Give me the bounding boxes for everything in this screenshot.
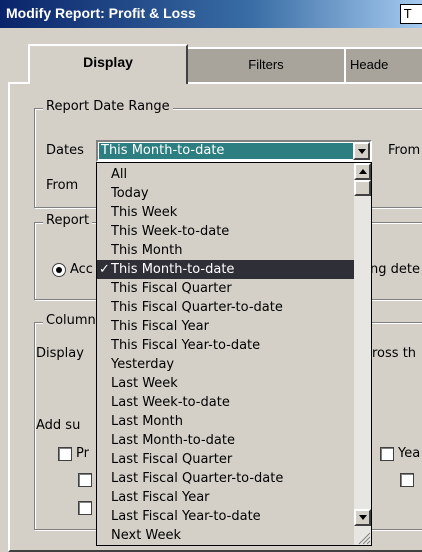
columns-legend: Column	[43, 313, 99, 328]
sub-checkbox-1[interactable]	[78, 473, 92, 487]
tab-header-label: Heade	[350, 57, 389, 72]
basis-right-text: ng dete	[370, 262, 420, 277]
sub-checkbox-2[interactable]	[78, 501, 92, 515]
list-item[interactable]: Last Fiscal Year	[97, 488, 355, 507]
list-item[interactable]: Last Month	[97, 412, 355, 431]
list-item[interactable]: This Fiscal Quarter	[97, 279, 355, 298]
list-item[interactable]: This Month	[97, 241, 355, 260]
dates-combo[interactable]: This Month-to-date	[96, 140, 372, 162]
columns-right-text: ross th	[372, 346, 417, 361]
list-item[interactable]: This Fiscal Quarter-to-date	[97, 298, 355, 317]
list-item[interactable]: Last Month-to-date	[97, 431, 355, 450]
display-columns-label: Display	[36, 346, 84, 361]
list-item-selected[interactable]: ✓ This Month-to-date	[97, 260, 355, 279]
pr-checkbox[interactable]	[58, 447, 72, 461]
add-subcolumns-label: Add su	[36, 418, 81, 433]
scroll-thumb[interactable]	[354, 180, 371, 196]
report-basis-legend: Report	[43, 213, 93, 228]
list-item[interactable]: Last Fiscal Quarter-to-date	[97, 469, 355, 488]
tab-header[interactable]: Heade	[344, 47, 422, 83]
scroll-down-icon[interactable]	[354, 509, 371, 526]
dates-combo-value: This Month-to-date	[99, 143, 353, 159]
window-title: Modify Report: Profit & Loss	[6, 5, 196, 21]
title-bar: Modify Report: Profit & Loss T	[0, 0, 422, 28]
list-item[interactable]: All	[97, 165, 355, 184]
title-box[interactable]: T	[400, 4, 422, 24]
ye-label: Yea	[398, 446, 421, 461]
accrual-radio[interactable]	[52, 263, 66, 277]
list-item[interactable]: Today	[97, 184, 355, 203]
chevron-down-icon[interactable]	[353, 142, 370, 160]
list-item[interactable]: Last Week-to-date	[97, 393, 355, 412]
list-item[interactable]: Next Week	[97, 526, 355, 545]
list-item[interactable]: This Week	[97, 203, 355, 222]
pr-label: Pr	[76, 446, 89, 461]
accrual-label: Acc	[70, 262, 93, 277]
tab-display[interactable]: Display	[28, 44, 188, 84]
from-label: From	[46, 178, 79, 193]
tab-filters[interactable]: Filters	[186, 47, 346, 83]
list-item[interactable]: This Fiscal Year-to-date	[97, 336, 355, 355]
list-item[interactable]: This Fiscal Year	[97, 317, 355, 336]
dates-label: Dates	[46, 143, 84, 158]
ye-checkbox[interactable]	[380, 447, 394, 461]
list-item[interactable]: Yesterday	[97, 355, 355, 374]
sub-checkbox-3[interactable]	[400, 473, 414, 487]
tab-filters-label: Filters	[248, 57, 284, 72]
dropdown-scrollbar[interactable]	[354, 163, 371, 545]
list-item[interactable]: Last Week	[97, 374, 355, 393]
list-item[interactable]: Last Fiscal Quarter	[97, 450, 355, 469]
from-right-label: From	[388, 143, 421, 158]
tab-display-label: Display	[83, 54, 133, 70]
resize-grip-icon[interactable]	[355, 529, 371, 545]
report-date-range-legend: Report Date Range	[43, 99, 173, 114]
list-item[interactable]: Last Fiscal Year-to-date	[97, 507, 355, 526]
list-item[interactable]: This Week-to-date	[97, 222, 355, 241]
dates-dropdown-list[interactable]: All Today This Week This Week-to-date Th…	[96, 162, 372, 546]
scroll-up-icon[interactable]	[354, 163, 371, 180]
check-icon: ✓	[99, 262, 110, 277]
